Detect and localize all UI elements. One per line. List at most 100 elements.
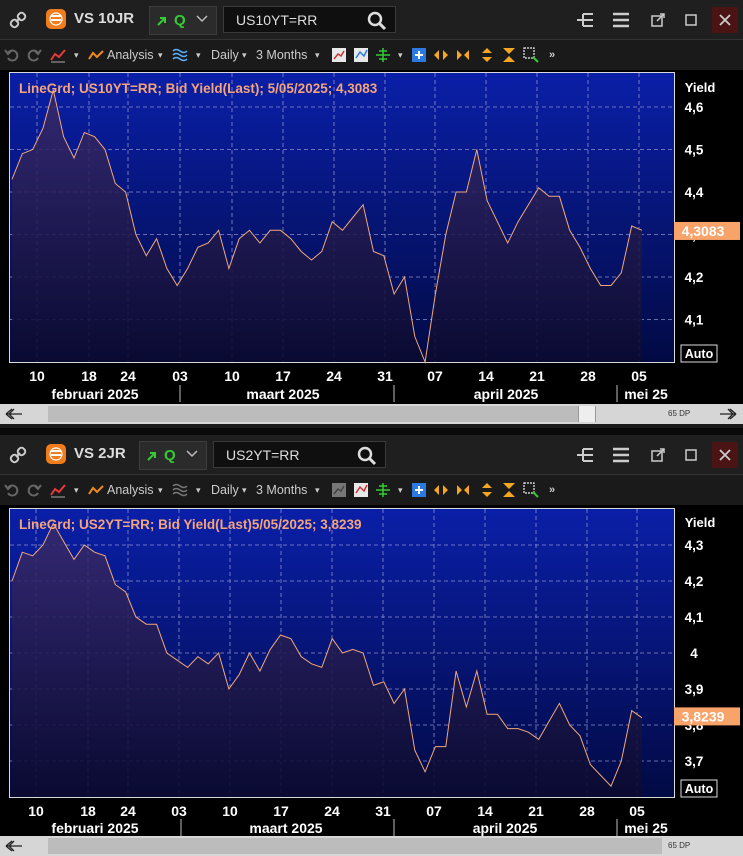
analysis-dropdown[interactable]: ▾ (158, 40, 163, 70)
interval-selector[interactable]: Daily (211, 475, 239, 505)
dp-label: 65 DP (668, 409, 691, 418)
overlay-dropdown[interactable]: ▾ (196, 40, 201, 70)
tree-icon[interactable] (572, 7, 598, 33)
pan-horizontal-icon[interactable] (433, 47, 449, 63)
chart-type-dropdown[interactable]: ▾ (74, 40, 79, 70)
close-icon[interactable] (712, 7, 738, 33)
time-navigator[interactable]: 65 DP (0, 836, 743, 856)
time-navigator[interactable]: 65 DP (0, 404, 743, 424)
more-tools-icon[interactable]: » (549, 475, 555, 505)
analysis-menu[interactable]: Analysis (107, 40, 154, 70)
chart-settings-icon[interactable] (331, 482, 347, 498)
chart-toolbar: ▾ Analysis ▾ ▾ Daily ▾ 3 Months ▾ ▾ » (0, 40, 743, 70)
interval-dropdown[interactable]: ▾ (242, 475, 247, 505)
redo-icon[interactable] (26, 47, 42, 63)
pan-horizontal-icon[interactable] (433, 482, 449, 498)
chart-type-icon[interactable] (50, 482, 66, 498)
auto-scale-label: Auto (685, 782, 714, 796)
chart-type-icon[interactable] (50, 47, 66, 63)
popout-icon[interactable] (645, 442, 671, 468)
zoom-vertical-icon[interactable] (501, 47, 517, 63)
compare-icon[interactable] (353, 47, 369, 63)
y-axis-label: Yield (685, 80, 716, 95)
x-tick-label: 31 (377, 368, 393, 384)
navigator-handle[interactable] (578, 406, 596, 422)
month-label: februari 2025 (51, 386, 138, 402)
x-tick-label: 07 (426, 803, 442, 819)
close-icon[interactable] (712, 442, 738, 468)
ric-input[interactable]: US10YT=RR (223, 6, 396, 33)
x-tick-label: 21 (529, 368, 545, 384)
crosshair-dropdown[interactable]: ▾ (398, 40, 403, 70)
maximize-icon[interactable] (678, 7, 704, 33)
title-bar: VS 10JR Q US10YT=RR (0, 0, 743, 40)
ric-value: US2YT=RR (226, 446, 300, 463)
tree-icon[interactable] (572, 442, 598, 468)
compare-icon[interactable] (353, 482, 369, 498)
wave-icon[interactable] (172, 47, 188, 63)
analysis-dropdown[interactable]: ▾ (158, 475, 163, 505)
more-tools-icon[interactable]: » (549, 40, 555, 70)
add-study-icon[interactable] (411, 482, 427, 498)
month-label: februari 2025 (51, 820, 138, 836)
add-study-icon[interactable] (411, 47, 427, 63)
scroll-right-icon[interactable] (718, 408, 738, 420)
navigator-thumb[interactable] (48, 406, 578, 422)
redo-icon[interactable] (26, 482, 42, 498)
y-tick-label: 4,3 (685, 538, 704, 553)
link-icon[interactable] (6, 443, 30, 467)
search-icon[interactable] (357, 446, 377, 466)
pan-horizontal-right-icon[interactable] (455, 47, 471, 63)
pan-vertical-icon[interactable] (479, 482, 495, 498)
x-tick-label: 10 (28, 803, 44, 819)
pan-horizontal-right-icon[interactable] (455, 482, 471, 498)
select-area-icon[interactable] (523, 482, 539, 498)
last-value-label: 3,8239 (682, 708, 725, 724)
chart-type-dropdown[interactable]: ▾ (74, 475, 79, 505)
zoom-vertical-icon[interactable] (501, 482, 517, 498)
overlay-dropdown[interactable]: ▾ (196, 475, 201, 505)
window-title: VS 2JR (74, 445, 126, 462)
scroll-left-icon[interactable] (4, 840, 24, 852)
search-icon[interactable] (367, 11, 387, 31)
scroll-left-icon[interactable] (4, 408, 24, 420)
link-icon[interactable] (6, 8, 30, 32)
popout-icon[interactable] (645, 7, 671, 33)
crosshair-dropdown[interactable]: ▾ (398, 475, 403, 505)
range-dropdown[interactable]: ▾ (315, 475, 320, 505)
x-tick-label: 10 (29, 368, 45, 384)
chart-area: LineGrd; US10YT=RR; Bid Yield(Last); 5/0… (0, 70, 743, 405)
analysis-menu[interactable]: Analysis (107, 475, 154, 505)
menu-icon[interactable] (608, 442, 634, 468)
menu-icon[interactable] (608, 7, 634, 33)
interval-selector[interactable]: Daily (211, 40, 239, 70)
range-dropdown[interactable]: ▾ (315, 40, 320, 70)
x-tick-label: 28 (579, 803, 595, 819)
chart-settings-icon[interactable] (331, 47, 347, 63)
maximize-icon[interactable] (678, 442, 704, 468)
quote-selector[interactable]: Q (149, 6, 217, 35)
y-tick-label: 4,1 (685, 313, 704, 328)
range-selector[interactable]: 3 Months (256, 475, 307, 505)
undo-icon[interactable] (4, 482, 20, 498)
x-tick-label: 28 (580, 368, 596, 384)
chart-window-10y: VS 10JR Q US10YT=RR ▾ Analysis ▾ ▾ Daily… (0, 0, 743, 428)
range-selector[interactable]: 3 Months (256, 40, 307, 70)
month-label: april 2025 (474, 386, 539, 402)
yield-chart[interactable]: LineGrd; US2YT=RR; Bid Yield(Last)5/05/2… (0, 505, 743, 836)
y-tick-label: 4,1 (685, 610, 704, 625)
crosshair-icon[interactable] (375, 482, 391, 498)
quote-selector[interactable]: Q (139, 441, 207, 470)
dp-label: 65 DP (668, 841, 691, 850)
undo-icon[interactable] (4, 47, 20, 63)
interval-dropdown[interactable]: ▾ (242, 40, 247, 70)
select-area-icon[interactable] (523, 47, 539, 63)
wave-icon[interactable] (172, 482, 188, 498)
crosshair-icon[interactable] (375, 47, 391, 63)
yield-chart[interactable]: LineGrd; US10YT=RR; Bid Yield(Last); 5/0… (0, 70, 743, 405)
window-title: VS 10JR (74, 10, 135, 27)
ric-input[interactable]: US2YT=RR (213, 441, 386, 468)
pan-vertical-icon[interactable] (479, 47, 495, 63)
navigator-thumb[interactable] (48, 838, 662, 854)
chevron-down-icon (196, 15, 208, 23)
